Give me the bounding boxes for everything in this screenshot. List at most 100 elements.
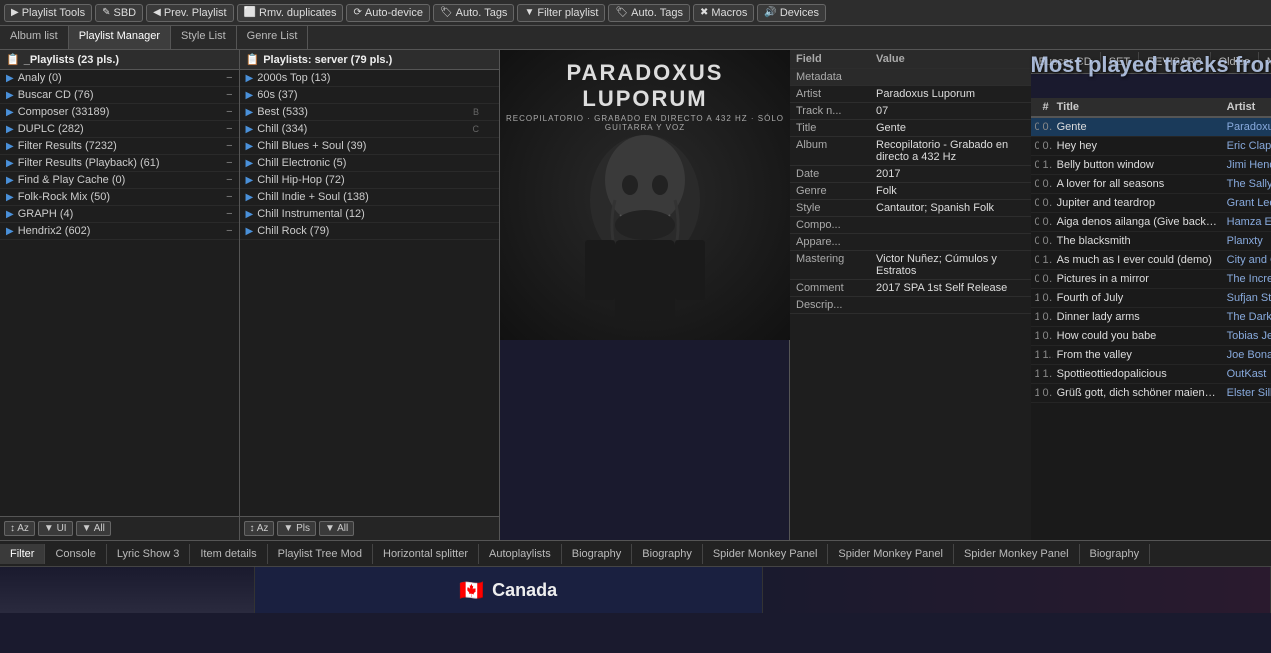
auto-tags2-button[interactable]: 🏷 Auto. Tags (608, 4, 689, 22)
track-artist: Jimi Hendrix (1223, 156, 1271, 175)
server-playlist-item[interactable]: ▶Chill Indie + Soul (138) (240, 189, 499, 206)
subtab-most-played[interactable]: Most pl... (1259, 52, 1271, 72)
playlist-item[interactable]: ▶Folk-Rock Mix (50)− (0, 189, 239, 206)
playlist-item[interactable]: ▶GRAPH (4)− (0, 206, 239, 223)
server-playlist-icon: ▶ (246, 192, 254, 203)
track-row[interactable]: 07 07 The blacksmith Planxty Planxty liv… (1031, 232, 1271, 251)
tab-style-list[interactable]: Style List (171, 26, 237, 49)
bottom-tab-spider-monkey-panel2[interactable]: Spider Monkey Panel (828, 544, 954, 564)
playlist-minus[interactable]: − (226, 123, 232, 135)
track-row[interactable]: 08 12 As much as I ever could (demo) Cit… (1031, 251, 1271, 270)
server-playlist-item[interactable]: ▶Chill Rock (79) (240, 223, 499, 240)
track-row[interactable]: 10 05 Fourth of July Sufjan Stevens Carr… (1031, 289, 1271, 308)
playlist-minus[interactable]: − (226, 72, 232, 84)
panel-b-filter-all[interactable]: ▼ All (319, 521, 354, 536)
rmv-duplicates-button[interactable]: ⬜ Rmv. duplicates (237, 4, 344, 22)
playlist-item[interactable]: ▶DUPLC (282)− (0, 121, 239, 138)
track-row[interactable]: 09 03 Pictures in a mirror The Incredibl… (1031, 270, 1271, 289)
track-row[interactable]: 03 10 Belly button window Jimi Hendrix T… (1031, 156, 1271, 175)
server-playlist-item[interactable]: ▶Chill (334)C (240, 121, 499, 138)
server-playlist-item[interactable]: ▶Chill Hip-Hop (72) (240, 172, 499, 189)
server-playlist-item[interactable]: ▶Chill Blues + Soul (39) (240, 138, 499, 155)
track-row[interactable]: 04 04 A lover for all seasons The Sallya… (1031, 175, 1271, 194)
track-row[interactable]: 14 12 Spottieottiedopalicious OutKast Aq… (1031, 365, 1271, 384)
playlist-minus[interactable]: − (226, 106, 232, 118)
auto-device-button[interactable]: ⟳ Auto-device (346, 4, 429, 22)
tab-genre-list[interactable]: Genre List (237, 26, 309, 49)
panel-b-list[interactable]: ▶2000s Top (13)▶60s (37)▶Best (533)B▶Chi… (240, 70, 499, 516)
track-row[interactable]: 01 07 Gente Paradoxus Luporum Recopilato… (1031, 117, 1271, 137)
bottom-tab-spider-monkey-panel3[interactable]: Spider Monkey Panel (954, 544, 1080, 564)
server-playlist-item[interactable]: ▶Best (533)B (240, 104, 499, 121)
bottom-tab-horizontal-splitter[interactable]: Horizontal splitter (373, 544, 479, 564)
subtab-revisar2[interactable]: REVISAR2 (1139, 52, 1210, 72)
track-row[interactable]: 05 06 Jupiter and teardrop Grant Lee Buf… (1031, 194, 1271, 213)
server-playlist-item[interactable]: ▶Chill Instrumental (12) (240, 206, 499, 223)
subtab-oldies[interactable]: Oldies (1211, 52, 1259, 72)
bottom-tab-filter[interactable]: Filter (0, 544, 45, 564)
bottom-tab-autoplaylists[interactable]: Autoplaylists (479, 544, 562, 564)
bottom-tab-console[interactable]: Console (45, 544, 106, 564)
playlist-item[interactable]: ▶Hendrix2 (602)− (0, 223, 239, 240)
track-row[interactable]: 13 11 From the valley Joe Bonamassa The … (1031, 346, 1271, 365)
sbd-button[interactable]: ✎ SBD (95, 4, 143, 22)
playlist-minus[interactable]: − (226, 89, 232, 101)
track-row[interactable]: 12 02 How could you babe Tobias Jesso Jr… (1031, 327, 1271, 346)
playlist-item[interactable]: ▶Composer (33189)− (0, 104, 239, 121)
bottom-tab-spider-monkey-panel1[interactable]: Spider Monkey Panel (703, 544, 829, 564)
subtab-buscar-cd[interactable]: Buscar CD (1031, 52, 1101, 72)
bottom-tab-playlist-tree-mod[interactable]: Playlist Tree Mod (268, 544, 373, 564)
track-title: How could you babe (1053, 327, 1223, 346)
panel-a-list[interactable]: ▶Analy (0)−▶Buscar CD (76)−▶Composer (33… (0, 70, 239, 516)
meta-value: Recopilatorio - Grabado en directo a 432… (870, 137, 1031, 166)
panel-b-filter-pls[interactable]: ▼ Pls (277, 521, 316, 536)
panel-a-sort-az[interactable]: ↕ Az (4, 521, 35, 536)
playlist-item[interactable]: ▶Filter Results (7232)− (0, 138, 239, 155)
main-toolbar: ▶ Playlist Tools ✎ SBD ◀ Prev. Playlist … (0, 0, 1271, 26)
subtab-set[interactable]: SET (1101, 52, 1139, 72)
bottom-tab-item-details[interactable]: Item details (190, 544, 267, 564)
track-col-header-3: Artist (1223, 98, 1271, 117)
track-idx: 02 (1039, 327, 1053, 346)
playlist-item[interactable]: ▶Filter Results (Playback) (61)− (0, 155, 239, 172)
server-playlist-item[interactable]: ▶60s (37) (240, 87, 499, 104)
panel-b-sort-az[interactable]: ↕ Az (244, 521, 275, 536)
track-title: As much as I ever could (demo) (1053, 251, 1223, 270)
track-row-num: 07 (1031, 232, 1039, 251)
filter-playlist-button[interactable]: ▼ Filter playlist (517, 4, 605, 22)
macros-button[interactable]: ✖ Macros (693, 4, 754, 22)
track-title: Dinner lady arms (1053, 308, 1223, 327)
server-playlist-icon: ▶ (246, 175, 254, 186)
playlist-item[interactable]: ▶Find & Play Cache (0)− (0, 172, 239, 189)
playlist-minus[interactable]: − (226, 208, 232, 220)
playlist-minus[interactable]: − (226, 191, 232, 203)
auto-device-icon: ⟳ (353, 7, 361, 18)
playlist-item[interactable]: ▶Buscar CD (76)− (0, 87, 239, 104)
bottom-tab-lyric-show-3[interactable]: Lyric Show 3 (107, 544, 191, 564)
track-row[interactable]: 11 04 Dinner lady arms The Darkness One … (1031, 308, 1271, 327)
track-row[interactable]: 15 01 Grüß gott, dich schöner maien (Deu… (1031, 384, 1271, 403)
auto-tags1-button[interactable]: 🏷 Auto. Tags (433, 4, 514, 22)
panel-a-filter-ui[interactable]: ▼ UI (38, 521, 73, 536)
track-row[interactable]: 02 03 Hey hey Eric Clapton Unplugged 3:1… (1031, 137, 1271, 156)
playlist-minus[interactable]: − (226, 157, 232, 169)
tab-playlist-manager[interactable]: Playlist Manager (69, 26, 171, 49)
bottom-tab-biography1[interactable]: Biography (562, 544, 633, 564)
prev-playlist-button[interactable]: ◀ Prev. Playlist (146, 4, 233, 22)
track-table-wrapper[interactable]: #TitleArtistAlbumLengthKeyPLRDRLRA?DateR… (1031, 98, 1271, 540)
tab-album-list[interactable]: Album list (0, 26, 69, 49)
panel-a-filter-all[interactable]: ▼ All (76, 521, 111, 536)
server-playlist-item[interactable]: ▶2000s Top (13) (240, 70, 499, 87)
devices-button[interactable]: 🔊 Devices (757, 4, 826, 22)
bottom-tab-biography2[interactable]: Biography (632, 544, 703, 564)
playlist-minus[interactable]: − (226, 140, 232, 152)
playlist-tools-button[interactable]: ▶ Playlist Tools (4, 4, 92, 22)
prev-icon: ◀ (153, 7, 161, 18)
track-row[interactable]: 06 03 Aiga denos ailanga (Give back my h… (1031, 213, 1271, 232)
server-playlist-item[interactable]: ▶Chill Electronic (5) (240, 155, 499, 172)
left-panels: 📋 _Playlists (23 pls.) ▶Analy (0)−▶Busca… (0, 50, 500, 540)
playlist-minus[interactable]: − (226, 225, 232, 237)
bottom-tab-biography3[interactable]: Biography (1080, 544, 1151, 564)
playlist-item[interactable]: ▶Analy (0)− (0, 70, 239, 87)
playlist-minus[interactable]: − (226, 174, 232, 186)
